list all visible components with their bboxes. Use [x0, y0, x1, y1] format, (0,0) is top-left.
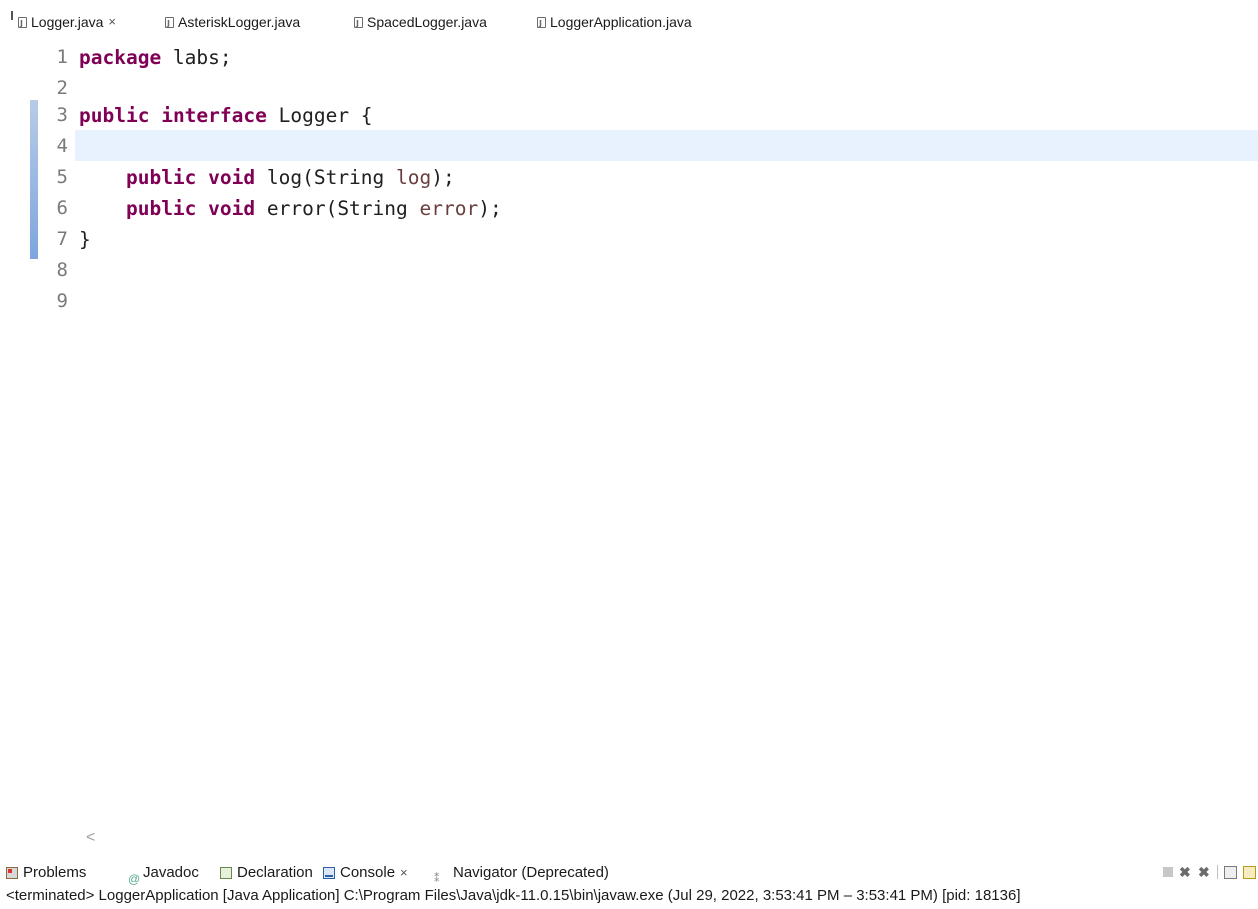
java-file-icon: [165, 15, 174, 33]
tab-asterisklogger-java[interactable]: AsteriskLogger.java: [165, 13, 301, 33]
code-text-area[interactable]: package labs; public interface Logger { …: [75, 38, 1258, 828]
keyword: interface: [161, 104, 267, 127]
line-number-ruler: 1 2 3 4 5 6 7 8 9: [38, 38, 75, 828]
code-text: labs;: [161, 46, 232, 69]
line-number: 9: [56, 290, 68, 312]
tab-label: Console: [340, 864, 396, 881]
line-number: 8: [56, 259, 68, 281]
code-text: error(String: [255, 197, 420, 220]
parameter-name: log: [396, 166, 432, 189]
remove-all-terminated-icon[interactable]: ✖: [1198, 865, 1211, 879]
tab-label: LoggerApplication.java: [550, 14, 692, 30]
tab-label: Navigator (Deprecated): [453, 864, 609, 881]
line-number: 1: [56, 46, 68, 68]
code-line-1[interactable]: package labs;: [79, 42, 232, 73]
tab-loggerapplication-java[interactable]: LoggerApplication.java: [537, 13, 692, 33]
code-text: );: [431, 166, 455, 189]
java-file-icon: [537, 15, 546, 33]
code-text: log(String: [255, 166, 397, 189]
tab-navigator[interactable]: ⁑ Navigator (Deprecated): [434, 861, 609, 885]
tab-javadoc[interactable]: @ Javadoc: [128, 861, 199, 886]
editor-tab-bar: Logger.java × AsteriskLogger.java Spaced…: [0, 0, 1258, 33]
code-line-6[interactable]: public void error(String error);: [79, 193, 502, 224]
tab-label: SpacedLogger.java: [367, 14, 487, 30]
code-text: }: [79, 228, 91, 251]
keyword: package: [79, 46, 162, 69]
scroll-left-arrow-icon[interactable]: <: [86, 828, 95, 848]
line-number: 4: [56, 135, 68, 157]
current-line-highlight: [75, 130, 1258, 161]
keyword: public: [125, 166, 197, 189]
tab-declaration[interactable]: Declaration: [220, 861, 313, 885]
console-toolbar: ✖ ✖: [1163, 862, 1256, 882]
close-icon[interactable]: ×: [400, 861, 408, 885]
close-icon[interactable]: ×: [108, 13, 116, 31]
bottom-view-tab-bar: Problems @ Javadoc Declaration Console ×…: [0, 861, 1258, 886]
tab-bar-marker: [11, 11, 13, 20]
code-text: Logger {: [266, 104, 373, 127]
tab-label: Javadoc: [143, 864, 199, 881]
parameter-name: error: [419, 197, 479, 220]
line-number: 7: [56, 228, 68, 250]
line-number: 5: [56, 166, 68, 188]
tab-label: AsteriskLogger.java: [178, 14, 301, 30]
tab-console[interactable]: Console ×: [323, 861, 408, 885]
word-wrap-icon[interactable]: [1243, 865, 1256, 879]
code-line-3[interactable]: public interface Logger {: [79, 100, 373, 131]
console-status-line: <terminated> LoggerApplication [Java App…: [6, 887, 1021, 904]
keyword: void: [208, 166, 256, 189]
navigator-icon: ⁑: [434, 873, 440, 885]
scroll-lock-icon[interactable]: [1224, 865, 1237, 879]
code-text: );: [478, 197, 502, 220]
problems-icon: [6, 867, 18, 879]
keyword: public: [125, 197, 197, 220]
code-line-5[interactable]: public void log(String log);: [79, 162, 455, 193]
tab-label: Problems: [23, 864, 87, 881]
declaration-icon: [220, 867, 232, 879]
code-line-7[interactable]: }: [79, 224, 91, 255]
tab-spacedlogger-java[interactable]: SpacedLogger.java: [354, 13, 487, 33]
tab-label: Declaration: [237, 864, 313, 881]
tab-label: Logger.java: [31, 14, 104, 30]
tab-problems[interactable]: Problems: [6, 861, 86, 885]
java-file-icon: [18, 15, 27, 33]
keyword: void: [208, 197, 256, 220]
code-editor[interactable]: 1 2 3 4 5 6 7 8 9 package labs; public i…: [0, 38, 1258, 828]
javadoc-icon: @: [128, 872, 141, 886]
line-number: 3: [56, 104, 68, 126]
quick-diff-change-bar[interactable]: [30, 100, 38, 259]
keyword: public: [79, 104, 150, 127]
terminate-icon[interactable]: [1163, 867, 1173, 877]
remove-launch-icon[interactable]: ✖: [1179, 865, 1192, 879]
horizontal-scrollbar[interactable]: <: [38, 828, 1258, 850]
console-icon: [323, 867, 335, 879]
tab-logger-java[interactable]: Logger.java ×: [18, 13, 116, 33]
line-number: 6: [56, 197, 68, 219]
toolbar-separator: [1217, 865, 1218, 879]
java-file-icon: [354, 15, 363, 33]
